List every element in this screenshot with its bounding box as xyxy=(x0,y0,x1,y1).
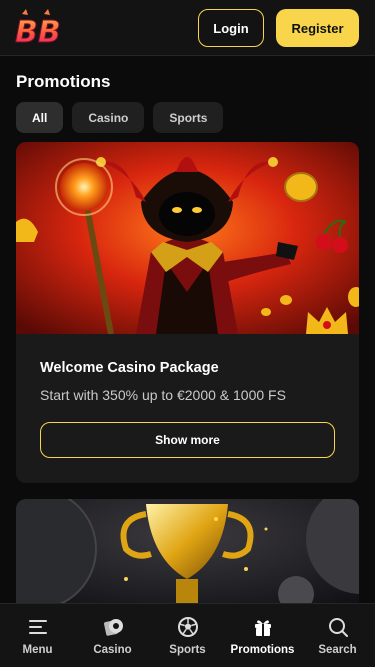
tab-sports[interactable]: Sports xyxy=(153,102,224,133)
promotion-title: Welcome Casino Package xyxy=(40,360,219,376)
register-button[interactable]: Register xyxy=(276,9,359,47)
nav-promotions[interactable]: Promotions xyxy=(225,604,300,667)
nav-promotions-label: Promotions xyxy=(230,644,295,656)
tab-casino[interactable]: Casino xyxy=(72,102,145,133)
nav-menu-label: Menu xyxy=(22,644,53,656)
casino-chip-icon xyxy=(103,619,123,636)
promotion-banner-image xyxy=(16,142,359,334)
promotion-card xyxy=(16,499,359,619)
gift-icon xyxy=(254,620,271,636)
promotion-card: Welcome Casino Package Start with 350% u… xyxy=(16,142,359,483)
nav-casino[interactable]: Casino xyxy=(75,604,150,667)
tab-all[interactable]: All xyxy=(16,102,64,133)
nav-search-label: Search xyxy=(318,644,357,656)
nav-sports-label: Sports xyxy=(169,644,206,656)
nav-casino-label: Casino xyxy=(93,644,132,656)
bottom-navigation: Menu Casino Sports Promotions Search xyxy=(0,603,375,667)
search-icon xyxy=(328,618,348,637)
soccer-ball-icon xyxy=(177,617,198,637)
nav-sports[interactable]: Sports xyxy=(150,604,225,667)
nav-search[interactable]: Search xyxy=(300,604,375,667)
login-button[interactable]: Login xyxy=(198,9,264,47)
menu-icon xyxy=(28,620,47,634)
show-more-button[interactable]: Show more xyxy=(40,422,335,458)
svg-text:BB: BB xyxy=(15,15,61,48)
filter-tabs: All Casino Sports xyxy=(16,102,224,133)
promotion-banner-image xyxy=(16,499,359,619)
page-title: Promotions xyxy=(16,72,111,91)
nav-menu[interactable]: Menu xyxy=(0,604,75,667)
top-header: BB Login Register xyxy=(0,0,375,56)
brand-logo[interactable]: BB xyxy=(14,8,62,48)
promotion-subtitle: Start with 350% up to €2000 & 1000 FS xyxy=(40,387,286,403)
